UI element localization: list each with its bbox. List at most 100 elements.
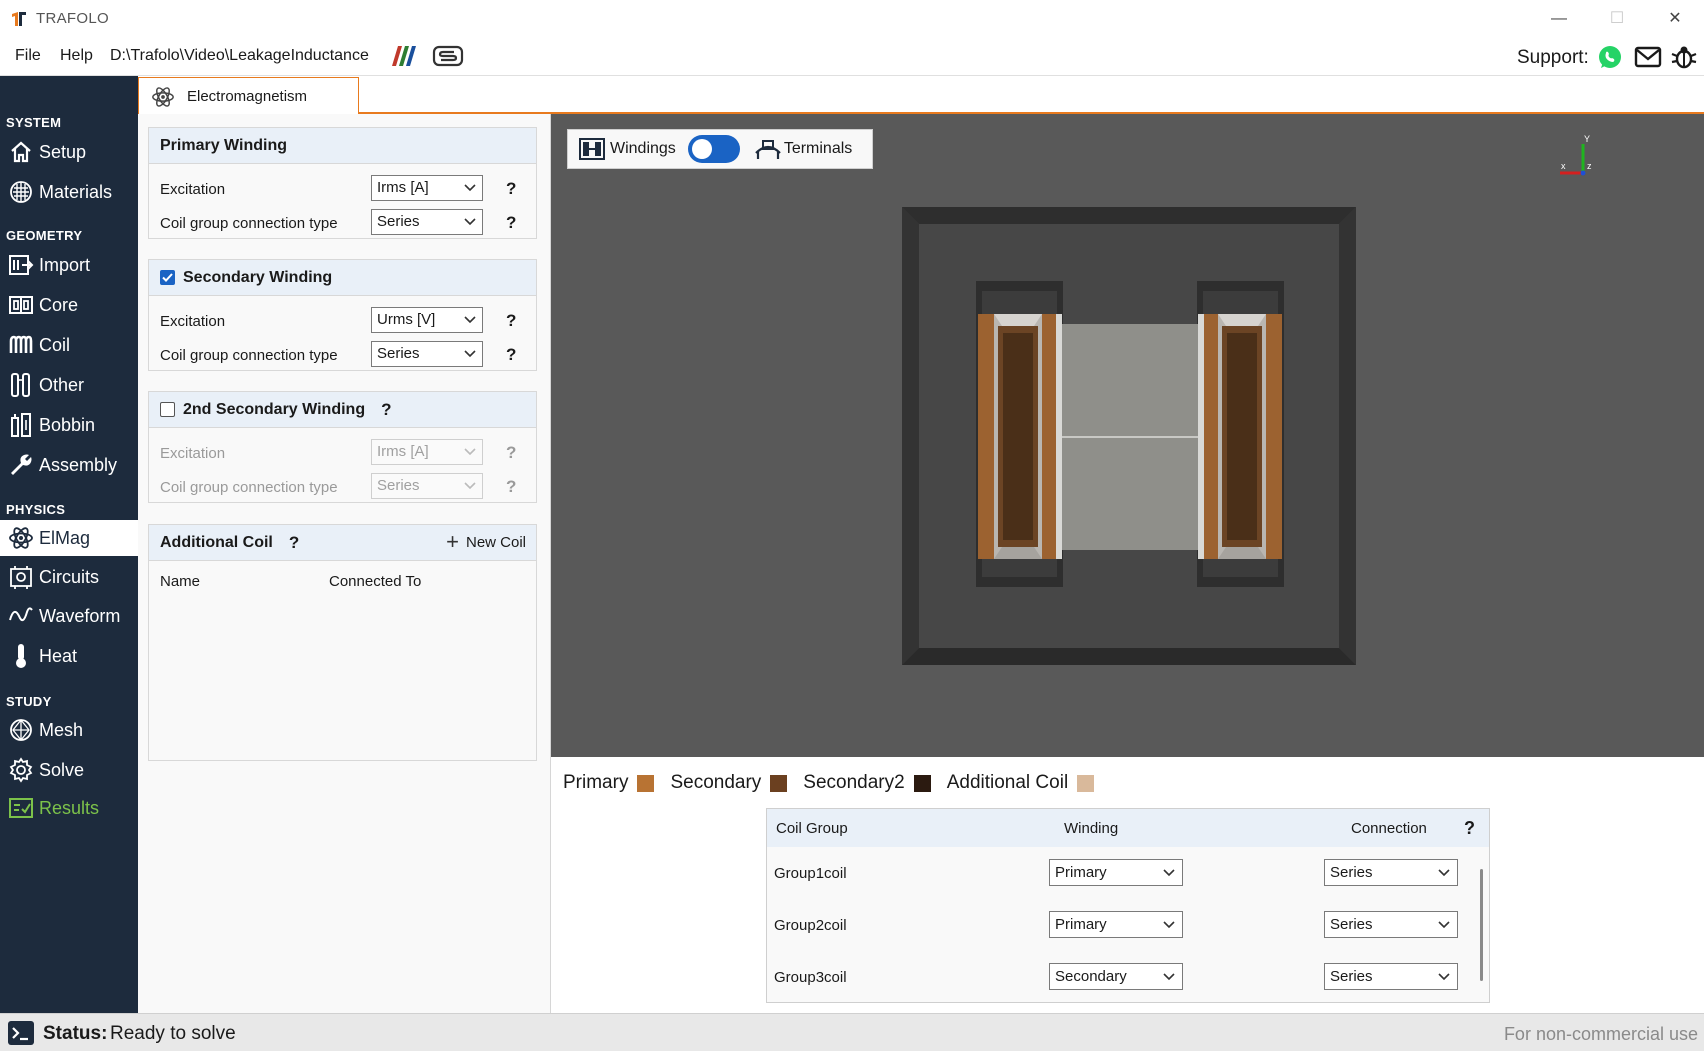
row-winding-select[interactable]: Primary (1049, 911, 1183, 938)
select-value: Series (1330, 864, 1373, 881)
core-bevel-right (1339, 207, 1356, 665)
sidebar-item-label: Waveform (39, 605, 121, 626)
secondary-winding-title: Secondary Winding (183, 268, 333, 286)
additional-coil-help[interactable]: ? (289, 533, 299, 553)
secondary2-excitation-help[interactable]: ? (506, 443, 516, 463)
windings-terminals-toggle[interactable] (687, 135, 740, 163)
section-physics: PHYSICS (6, 502, 66, 517)
sidebar-item-core[interactable]: Core (0, 287, 138, 323)
viewport-toolbar: Windings Terminals (567, 129, 873, 169)
whatsapp-icon[interactable] (1596, 44, 1624, 70)
status-label: Status: (43, 1023, 108, 1044)
row-winding-select[interactable]: Primary (1049, 859, 1183, 886)
secondary2-connection-label: Coil group connection type (160, 479, 338, 496)
terminals-icon (755, 140, 781, 159)
windings-label: Windings (610, 140, 676, 157)
additional-coil-group: Additional Coil ? + New Coil Name Connect… (148, 524, 537, 761)
sidebar-item-other[interactable]: Other (0, 367, 138, 403)
row-connection-select[interactable]: Series (1324, 859, 1458, 886)
section-geometry: GEOMETRY (6, 228, 83, 243)
menu-file[interactable]: File (15, 47, 41, 65)
sidebar-item-label: Materials (39, 181, 113, 202)
plus-icon: + (446, 529, 459, 554)
close-button[interactable]: ✕ (1652, 6, 1698, 32)
tab-electromagnetism[interactable]: Electromagnetism (138, 77, 359, 115)
axis-y-label: Y (1584, 134, 1590, 144)
new-coil-button[interactable]: + New Coil (446, 529, 526, 554)
primary-connection-help[interactable]: ? (506, 213, 516, 233)
sidebar-item-label: Heat (39, 645, 78, 666)
sidebar-item-elmag[interactable]: ElMag (0, 520, 138, 556)
secondary2-connection-select[interactable]: Series (371, 473, 483, 499)
secondary-connection-help[interactable]: ? (506, 345, 516, 365)
atom-icon (152, 86, 174, 107)
section-study: STUDY (6, 694, 52, 709)
window-title: TRAFOLO (36, 10, 109, 27)
mail-icon[interactable] (1634, 44, 1662, 70)
sidebar-item-setup[interactable]: Setup (0, 134, 138, 170)
sidebar-item-bobbin[interactable]: Bobbin (0, 407, 138, 443)
sidebar-item-results[interactable]: Results (0, 790, 138, 826)
maximize-button[interactable]: ☐ (1594, 6, 1640, 32)
secondary2-excitation-select[interactable]: Irms [A] (371, 439, 483, 465)
header-help[interactable]: ? (1464, 818, 1475, 839)
solve-icon (7, 756, 35, 784)
primary-winding-title: Primary Winding (149, 128, 536, 164)
thermometer-icon (7, 642, 35, 670)
sidebar-item-assembly[interactable]: Assembly (0, 447, 138, 483)
primary-excitation-help[interactable]: ? (506, 179, 516, 199)
minimize-button[interactable]: — (1536, 6, 1582, 32)
primary-connection-select[interactable]: Series (371, 209, 483, 235)
chevron-down-icon (1438, 921, 1450, 929)
primary-excitation-select[interactable]: Irms [A] (371, 175, 483, 201)
row-connection-select[interactable]: Series (1324, 963, 1458, 990)
bug-icon[interactable] (1670, 44, 1698, 70)
sidebar-item-label: Core (39, 294, 79, 315)
chevron-down-icon (464, 316, 476, 324)
table-header: Coil Group Winding Connection ? (767, 809, 1489, 847)
toggle-knob (691, 139, 712, 159)
settings-panel: Primary Winding Excitation Irms [A] ? Co… (138, 114, 551, 1013)
secondary-excitation-select[interactable]: Urms [V] (371, 307, 483, 333)
sidebar-item-label: Assembly (39, 454, 118, 475)
secondary-excitation-help[interactable]: ? (506, 311, 516, 331)
row-connection-select[interactable]: Series (1324, 911, 1458, 938)
sidebar-item-heat[interactable]: Heat (0, 638, 138, 674)
coil-group-table: Coil Group Winding Connection ? Group1co… (766, 808, 1490, 1003)
3d-viewport[interactable]: Windings Terminals Y x z (551, 114, 1704, 757)
sidebar-item-import[interactable]: Import (0, 247, 138, 283)
secondary-winding-checkbox[interactable] (160, 270, 175, 285)
sidebar-item-circuits[interactable]: Circuits (0, 559, 138, 595)
sidebar-item-waveform[interactable]: Waveform (0, 598, 138, 634)
select-value: Irms [A] (377, 179, 429, 196)
s-logo-icon[interactable] (432, 44, 464, 68)
chevron-down-icon (1438, 973, 1450, 981)
sidebar-item-coil[interactable]: Coil (0, 327, 138, 363)
title-bar: TRAFOLO — ☐ ✕ (0, 0, 1704, 38)
additional-coil-header: Additional Coil ? + New Coil (149, 525, 536, 561)
status-bar: Status: Ready to solve For non-commercia… (0, 1013, 1704, 1051)
chevron-down-icon (1163, 973, 1175, 981)
windings-icon (579, 138, 605, 160)
terminal-icon[interactable] (8, 1021, 34, 1045)
menu-help[interactable]: Help (60, 47, 93, 65)
chevron-down-icon (464, 448, 476, 456)
sidebar-item-label: Circuits (39, 566, 100, 587)
row-winding-select[interactable]: Secondary (1049, 963, 1183, 990)
secondary2-winding-checkbox[interactable] (160, 402, 175, 417)
table-scrollbar[interactable] (1480, 869, 1483, 981)
secondary-connection-select[interactable]: Series (371, 341, 483, 367)
select-value: Secondary (1055, 968, 1127, 985)
sidebar-item-solve[interactable]: Solve (0, 752, 138, 788)
secondary2-help[interactable]: ? (381, 400, 391, 420)
row-group-name: Group2coil (774, 917, 847, 934)
stripes-logo-icon[interactable] (388, 44, 420, 68)
legend-secondary2-swatch (913, 774, 931, 792)
primary-excitation-label: Excitation (160, 181, 226, 198)
secondary2-connection-help[interactable]: ? (506, 477, 516, 497)
sidebar-item-materials[interactable]: Materials (0, 174, 138, 210)
select-value: Series (377, 477, 420, 494)
sidebar-item-label: ElMag (39, 527, 91, 548)
row-group-name: Group3coil (774, 969, 847, 986)
sidebar-item-mesh[interactable]: Mesh (0, 712, 138, 748)
